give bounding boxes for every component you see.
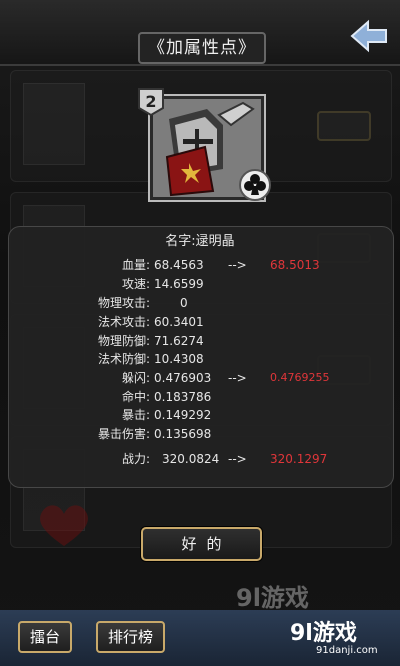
- level-number: 2: [145, 92, 156, 111]
- stat-row-magic-defense: 法术防御: 10.4308: [0, 350, 400, 368]
- stat-new-value: 68.5013: [270, 258, 320, 272]
- power-arrow: -->: [228, 452, 247, 466]
- stat-label: 躲闪:: [121, 371, 150, 385]
- stat-value: 0.183786: [154, 390, 212, 404]
- club-icon: [238, 168, 272, 202]
- level-badge-icon: 2: [138, 88, 164, 117]
- stat-row-magic-attack: 法术攻击: 60.3401: [0, 313, 400, 331]
- stat-row-hp: 血量: 68.4563 --> 68.5013: [0, 256, 400, 274]
- back-button[interactable]: [350, 18, 388, 54]
- faded-watermark-brand: 9l游戏: [236, 584, 309, 612]
- background-card-portrait: [23, 83, 85, 165]
- ranking-button[interactable]: 排行榜: [96, 621, 166, 653]
- stat-row-crit: 暴击: 0.149292: [0, 406, 400, 424]
- stat-row-attack-speed: 攻速: 14.6599: [0, 275, 400, 293]
- hero-card: 2: [138, 88, 278, 204]
- stat-value: 0.135698: [154, 427, 212, 441]
- stat-label: 法术防御:: [97, 352, 150, 366]
- stat-label: 物理攻击:: [97, 296, 150, 310]
- stat-new-value: 0.4769255: [270, 371, 330, 384]
- power-value: 320.0824: [162, 452, 220, 466]
- stat-label: 血量:: [121, 258, 150, 272]
- stat-row-crit-damage: 暴击伤害: 0.135698: [0, 425, 400, 443]
- stat-row-physical-defense: 物理防御: 71.6274: [0, 332, 400, 350]
- stat-row-physical-attack: 物理攻击: 0: [0, 294, 400, 312]
- stat-label: 法术攻击:: [97, 315, 150, 329]
- stat-value: 0: [180, 296, 188, 310]
- page-title: 《加属性点》: [138, 32, 266, 64]
- power-label: 战力:: [121, 452, 150, 466]
- stat-value: 60.3401: [154, 315, 204, 329]
- stat-label: 物理防御:: [97, 334, 150, 348]
- power-new-value: 320.1297: [270, 452, 328, 466]
- stat-label: 暴击伤害:: [97, 427, 150, 441]
- stat-value: 10.4308: [154, 352, 204, 366]
- back-arrow-icon: [350, 19, 387, 53]
- watermark-logo: 9l游戏 91danji.com: [290, 615, 390, 660]
- stat-row-power: 战力: 320.0824 --> 320.1297: [0, 450, 400, 468]
- hero-name: 名字:逯明晶: [165, 234, 235, 249]
- stat-arrow: -->: [228, 258, 247, 272]
- watermark-site: 91danji.com: [316, 645, 378, 656]
- stat-value: 14.6599: [154, 277, 204, 291]
- stat-row-dodge: 躲闪: 0.476903 --> 0.4769255: [0, 369, 400, 387]
- stat-label: 暴击:: [121, 408, 150, 422]
- stat-value: 0.149292: [154, 408, 212, 422]
- ok-button[interactable]: 好的: [141, 527, 262, 561]
- background-select-button: [317, 111, 371, 141]
- stat-label: 命中:: [121, 390, 150, 404]
- stat-row-hit: 命中: 0.183786: [0, 388, 400, 406]
- stat-value: 0.476903: [154, 371, 212, 385]
- stat-arrow: -->: [228, 371, 247, 385]
- watermark-brand: 9l游戏: [290, 621, 357, 646]
- stat-label: 攻速:: [121, 277, 150, 291]
- heart-icon: [34, 500, 94, 550]
- stat-value: 71.6274: [154, 334, 204, 348]
- stat-value: 68.4563: [154, 258, 204, 272]
- faded-watermark-logo: 9l游戏: [236, 578, 309, 613]
- arena-button[interactable]: 擂台: [18, 621, 73, 653]
